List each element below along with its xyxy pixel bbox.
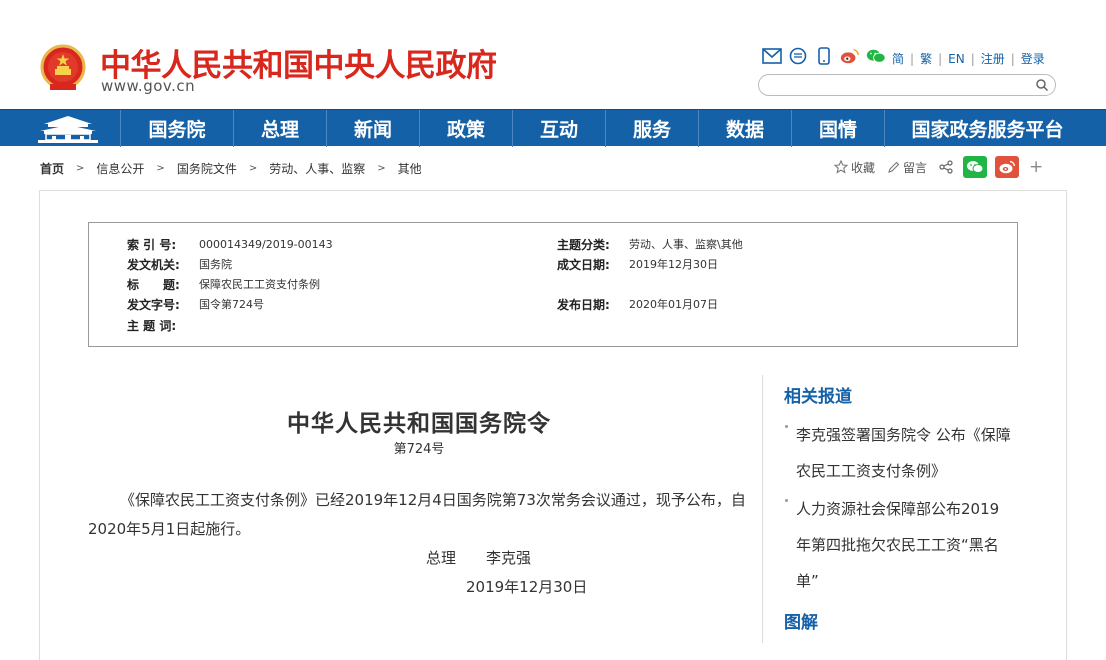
link-register[interactable]: 注册 <box>981 50 1005 67</box>
breadcrumb-info-disclosure[interactable]: 信息公开 <box>96 160 144 177</box>
chat-bubble-icon[interactable] <box>788 46 808 66</box>
tiananmen-home-icon[interactable] <box>36 114 100 144</box>
article-subtitle: 第724号 <box>393 442 445 457</box>
meta-doc-no: 发文字号: 国令第724号 <box>127 297 264 312</box>
meta-topic-class: 主题分类: 劳动、人事、监察\其他 <box>557 237 743 252</box>
nav-item-gov-service-platform[interactable]: 国家政务服务平台 <box>884 110 1090 147</box>
meta-publish-date: 发布日期: 2020年01月07日 <box>557 297 718 312</box>
search-box <box>758 74 1056 96</box>
weibo-icon[interactable] <box>840 46 860 66</box>
nav-item-interaction[interactable]: 互动 <box>512 110 605 147</box>
site-header: 中华人民共和国中央人民政府 www.gov.cn 简 | 繁 | EN | 注册… <box>0 0 1106 109</box>
link-login[interactable]: 登录 <box>1021 50 1045 67</box>
site-url: www.gov.cn <box>101 77 196 95</box>
pencil-icon <box>888 161 900 173</box>
related-reports-list: 李克强签署国务院令 公布《保障农民工工资支付条例》 人力资源社会保障部公布201… <box>783 417 1013 601</box>
national-emblem-icon[interactable] <box>40 44 86 92</box>
nav-item-national-info[interactable]: 国情 <box>791 110 884 147</box>
nav-items: 国务院 总理 新闻 政策 互动 服务 数据 国情 国家政务服务平台 <box>120 110 1090 147</box>
wechat-share-button[interactable] <box>963 156 988 178</box>
share-icon <box>939 160 953 174</box>
favorite-label: 收藏 <box>851 160 876 175</box>
article-paragraph: 《保障农民工工资支付条例》已经2019年12月4日国务院第73次常务会议通过，现… <box>88 491 746 538</box>
breadcrumb-home[interactable]: 首页 <box>40 160 64 177</box>
breadcrumb: 首页 > 信息公开 > 国务院文件 > 劳动、人事、监察 > 其他 <box>40 160 422 177</box>
search-input[interactable] <box>769 77 1029 93</box>
nav-item-data[interactable]: 数据 <box>698 110 791 147</box>
link-simplified[interactable]: 简 <box>892 50 904 67</box>
separator: | <box>1010 51 1015 66</box>
meta-issuer: 发文机关: 国务院 <box>127 257 232 272</box>
list-item[interactable]: 人力资源社会保障部公布2019年第四批拖欠农民工工资“黑名单” <box>783 491 1013 599</box>
sidebar: 相关报道 李克强签署国务院令 公布《保障农民工工资支付条例》 人力资源社会保障部… <box>762 375 1062 643</box>
favorite-button[interactable]: 收藏 <box>834 159 875 176</box>
article-date: 2019年12月30日 <box>466 578 588 596</box>
nav-item-policy[interactable]: 政策 <box>419 110 512 147</box>
related-reports-heading: 相关报道 <box>784 387 852 407</box>
separator: | <box>938 51 943 66</box>
mail-icon[interactable] <box>762 46 782 66</box>
separator: | <box>910 51 915 66</box>
weibo-share-button[interactable] <box>995 156 1020 178</box>
breadcrumb-labor[interactable]: 劳动、人事、监察 <box>269 160 365 177</box>
nav-item-state-council[interactable]: 国务院 <box>120 110 233 147</box>
article-title: 中华人民共和国国务院令 <box>287 411 551 437</box>
document-meta-table: 索 引 号: 000014349/2019-00143 主题分类: 劳动、人事、… <box>88 222 1018 347</box>
comment-label: 留言 <box>903 160 928 175</box>
meta-title: 标 题: 保障农民工工资支付条例 <box>127 277 320 292</box>
more-share-button[interactable]: + <box>1029 157 1043 177</box>
chevron-right-icon: > <box>76 163 85 174</box>
nav-item-service[interactable]: 服务 <box>605 110 698 147</box>
link-english[interactable]: EN <box>948 52 965 66</box>
article-signature: 总理 李克强 <box>426 549 532 567</box>
share-toolbar: 收藏 留言 + <box>834 156 1043 178</box>
list-item[interactable]: 李克强签署国务院令 公布《保障农民工工资支付条例》 <box>783 417 1013 489</box>
breadcrumb-state-council-docs[interactable]: 国务院文件 <box>177 160 237 177</box>
meta-index: 索 引 号: 000014349/2019-00143 <box>127 237 333 252</box>
wechat-icon <box>967 161 984 173</box>
chevron-right-icon: > <box>377 163 386 174</box>
star-icon <box>834 160 848 174</box>
nav-item-news[interactable]: 新闻 <box>326 110 419 147</box>
main-nav: 国务院 总理 新闻 政策 互动 服务 数据 国情 国家政务服务平台 <box>0 109 1106 147</box>
meta-keywords: 主 题 词: <box>127 318 177 333</box>
weibo-icon <box>999 160 1016 174</box>
top-icon-bar <box>762 46 886 66</box>
breadcrumb-other[interactable]: 其他 <box>398 160 422 177</box>
graphics-heading: 图解 <box>784 613 818 633</box>
comment-button[interactable]: 留言 <box>887 159 927 176</box>
separator: | <box>970 51 975 66</box>
link-traditional[interactable]: 繁 <box>920 50 932 67</box>
meta-written-date: 成文日期: 2019年12月30日 <box>557 257 718 272</box>
share-button[interactable] <box>939 160 953 174</box>
wechat-icon[interactable] <box>866 46 886 66</box>
search-icon[interactable] <box>1035 78 1049 92</box>
nav-item-premier[interactable]: 总理 <box>233 110 326 147</box>
chevron-right-icon: > <box>156 163 165 174</box>
mobile-icon[interactable] <box>814 46 834 66</box>
language-links: 简 | 繁 | EN | 注册 | 登录 <box>892 50 1045 67</box>
chevron-right-icon: > <box>248 163 258 174</box>
